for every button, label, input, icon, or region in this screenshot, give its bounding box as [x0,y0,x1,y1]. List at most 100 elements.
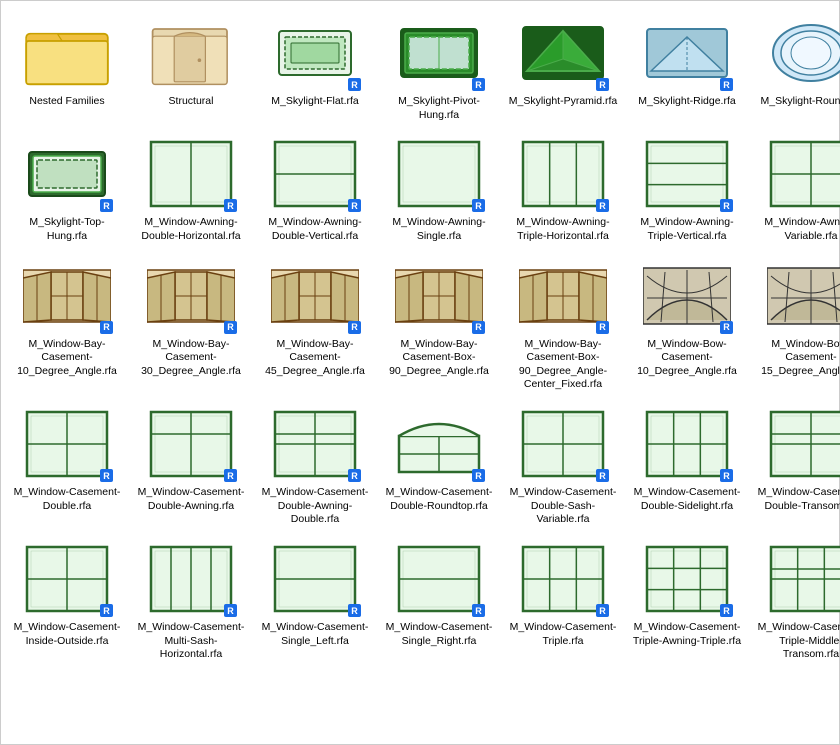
item-thumbnail: R [515,404,611,484]
item-label: M_Window-Casement-Double-Sidelight.rfa [632,486,742,513]
list-item[interactable]: RM_Window-Casement-Triple-Middle-Transom… [753,535,840,666]
r-badge: R [596,604,609,617]
item-thumbnail [19,13,115,93]
r-badge: R [224,321,237,334]
item-thumbnail: R [763,134,840,214]
r-badge: R [596,199,609,212]
item-label: M_Skylight-Pivot-Hung.rfa [384,95,494,122]
item-thumbnail: R [639,404,735,484]
item-thumbnail: R [19,539,115,619]
list-item[interactable]: RM_Window-Casement-Double-Awning-Double.… [257,400,373,531]
r-badge: R [224,469,237,482]
r-badge: R [472,78,485,91]
item-thumbnail: R [19,134,115,214]
item-label: M_Skylight-Round.rfa [761,95,840,109]
list-item[interactable]: RM_Window-Bow-Casement-15_Degree_Angle.r… [753,252,840,397]
list-item[interactable]: R M_Window-Casement-Double-Roundtop.rfa [381,400,497,531]
list-item[interactable]: RM_Window-Casement-Double-Sidelight.rfa [629,400,745,531]
item-label: M_Window-Bow-Casement-15_Degree_Angle.rf… [756,338,840,379]
item-thumbnail: R [391,404,487,484]
item-thumbnail: R [763,256,840,336]
item-thumbnail: R [763,539,840,619]
item-label: M_Window-Casement-Double-Sash-Variable.r… [508,486,618,527]
list-item[interactable]: RM_Window-Awning-Variable.rfa [753,130,840,247]
list-item[interactable]: RM_Window-Awning-Triple-Horizontal.rfa [505,130,621,247]
list-item[interactable]: R M_Skylight-Round.rfa [753,9,840,126]
list-item[interactable]: R M_Window-Bay-Casement-Box-90_Degree_Ang… [381,252,497,397]
list-item[interactable]: RM_Window-Bay-Casement-10_Degree_Angle.r… [9,252,125,397]
list-item[interactable]: RM_Window-Awning-Double-Vertical.rfa [257,130,373,247]
item-thumbnail: R [19,404,115,484]
item-label: M_Skylight-Flat.rfa [271,95,359,109]
r-badge: R [472,321,485,334]
item-thumbnail: R [515,134,611,214]
item-label: M_Window-Casement-Triple-Awning-Triple.r… [632,621,742,648]
list-item[interactable]: R M_Window-Casement-Double.rfa [9,400,125,531]
item-thumbnail: R [763,404,840,484]
list-item[interactable]: RM_Window-Casement-Multi-Sash-Horizontal… [133,535,249,666]
item-label: M_Window-Casement-Double-Roundtop.rfa [384,486,494,513]
item-label: M_Window-Bay-Casement-30_Degree_Angle.rf… [136,338,246,379]
item-label: M_Window-Casement-Double.rfa [12,486,122,513]
r-badge: R [100,199,113,212]
r-badge: R [596,321,609,334]
list-item[interactable]: RM_Window-Casement-Double-Transom.rfa [753,400,840,531]
list-item[interactable]: R M_Window-Casement-Double-Sash-Variable.… [505,400,621,531]
item-label: M_Window-Bay-Casement-Box-90_Degree_Angl… [384,338,494,379]
r-badge: R [224,604,237,617]
list-item[interactable]: RM_Window-Bow-Casement-10_Degree_Angle.r… [629,252,745,397]
list-item[interactable]: RM_Window-Awning-Double-Horizontal.rfa [133,130,249,247]
list-item[interactable]: R M_Window-Casement-Inside-Outside.rfa [9,535,125,666]
item-label: M_Skylight-Pyramid.rfa [509,95,618,109]
list-item[interactable]: RM_Window-Casement-Triple.rfa [505,535,621,666]
item-label: M_Window-Awning-Double-Horizontal.rfa [136,216,246,243]
list-item[interactable]: RM_Window-Casement-Triple-Awning-Triple.… [629,535,745,666]
list-item[interactable]: RM_Window-Bay-Casement-Box-90_Degree_Ang… [505,252,621,397]
item-label: M_Window-Bay-Casement-10_Degree_Angle.rf… [12,338,122,379]
list-item[interactable]: R M_Skylight-Pyramid.rfa [505,9,621,126]
r-badge: R [100,469,113,482]
list-item[interactable]: RM_Window-Casement-Single_Right.rfa [381,535,497,666]
r-badge: R [720,78,733,91]
item-thumbnail: R [267,256,363,336]
list-item[interactable]: R M_Skylight-Top-Hung.rfa [9,130,125,247]
item-thumbnail: R [763,13,840,93]
list-item[interactable]: R M_Skylight-Pivot-Hung.rfa [381,9,497,126]
item-thumbnail: R [391,13,487,93]
item-thumbnail: R [515,13,611,93]
item-thumbnail: R [391,256,487,336]
list-item[interactable]: Nested Families [9,9,125,126]
list-item[interactable]: RM_Window-Casement-Single_Left.rfa [257,535,373,666]
list-item[interactable]: RM_Skylight-Flat.rfa [257,9,373,126]
r-badge: R [348,199,361,212]
list-item[interactable]: R M_Window-Bay-Casement-30_Degree_Angle.r… [133,252,249,397]
item-thumbnail [143,13,239,93]
r-badge: R [596,469,609,482]
item-label: Nested Families [29,95,104,109]
item-label: M_Skylight-Top-Hung.rfa [12,216,122,243]
item-label: M_Window-Casement-Inside-Outside.rfa [12,621,122,648]
list-item[interactable]: RM_Window-Awning-Single.rfa [381,130,497,247]
item-label: M_Window-Awning-Variable.rfa [756,216,840,243]
item-label: M_Window-Casement-Double-Transom.rfa [756,486,840,513]
item-thumbnail: R [639,134,735,214]
item-thumbnail: R [143,256,239,336]
r-badge: R [348,469,361,482]
r-badge: R [100,604,113,617]
r-badge: R [720,321,733,334]
list-item[interactable]: RM_Window-Awning-Triple-Vertical.rfa [629,130,745,247]
item-thumbnail: R [267,134,363,214]
item-label: M_Window-Awning-Triple-Vertical.rfa [632,216,742,243]
r-badge: R [472,199,485,212]
list-item[interactable]: RM_Skylight-Ridge.rfa [629,9,745,126]
item-thumbnail: R [391,134,487,214]
item-thumbnail: R [267,539,363,619]
r-badge: R [472,469,485,482]
item-thumbnail: R [143,404,239,484]
item-thumbnail: R [143,134,239,214]
item-thumbnail: R [515,256,611,336]
item-thumbnail: R [639,256,735,336]
list-item[interactable]: RM_Window-Bay-Casement-45_Degree_Angle.r… [257,252,373,397]
list-item[interactable]: Structural [133,9,249,126]
list-item[interactable]: RM_Window-Casement-Double-Awning.rfa [133,400,249,531]
